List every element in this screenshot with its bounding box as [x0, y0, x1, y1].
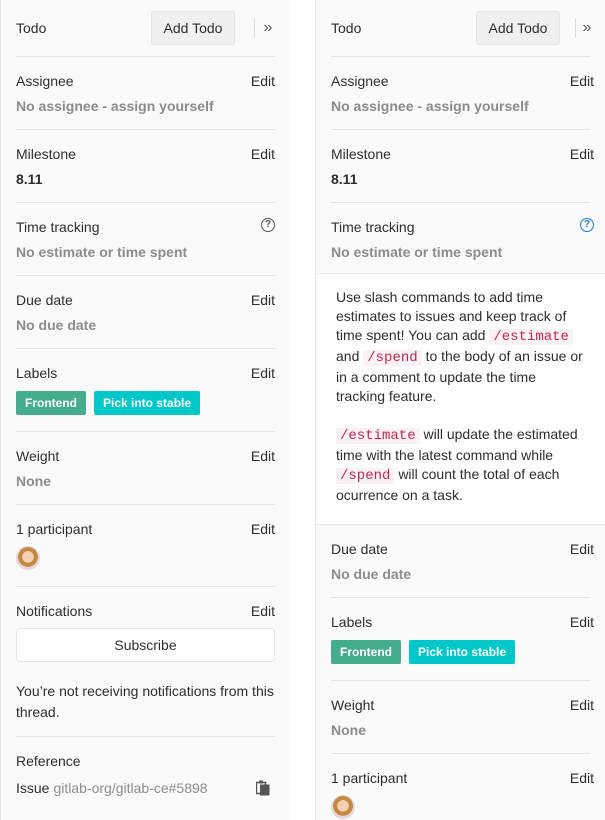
question-circle-icon[interactable]: ?: [580, 218, 594, 232]
question-circle-icon[interactable]: ?: [261, 218, 275, 232]
due-date-title: Due date: [16, 292, 73, 308]
divider: [254, 18, 255, 38]
divider: [575, 18, 576, 38]
milestone-value[interactable]: 8.11: [16, 171, 275, 187]
labels-list: Frontend Pick into stable: [331, 640, 590, 664]
participants-title: 1 participant: [331, 770, 408, 786]
label-pick-into-stable[interactable]: Pick into stable: [409, 640, 516, 664]
assignee-edit-link[interactable]: Edit: [251, 73, 275, 89]
assignee-edit-link[interactable]: Edit: [570, 73, 594, 89]
add-todo-button[interactable]: Add Todo: [476, 11, 560, 45]
reference-row: Issue gitlab-org/gitlab-ce#5898: [16, 780, 275, 796]
todo-label: Todo: [16, 20, 47, 36]
assignee-title: Assignee: [16, 73, 74, 89]
time-tracking-block: Time tracking ? No estimate or time spen…: [331, 203, 594, 273]
time-tracking-help: Use slash commands to add time estimates…: [316, 273, 605, 525]
label-frontend[interactable]: Frontend: [331, 640, 401, 664]
labels-title: Labels: [16, 365, 58, 381]
add-todo-button[interactable]: Add Todo: [151, 11, 235, 45]
participants-edit-link[interactable]: Edit: [570, 770, 594, 786]
label-pick-into-stable[interactable]: Pick into stable: [94, 391, 201, 415]
milestone-edit-link[interactable]: Edit: [251, 146, 275, 162]
avatar[interactable]: [331, 795, 355, 819]
reference-block: Reference Issue gitlab-org/gitlab-ce#589…: [16, 737, 275, 820]
reference-title: Reference: [16, 753, 81, 769]
weight-block: Weight Edit None: [331, 681, 594, 754]
due-date-block: Due date Edit No due date: [16, 276, 275, 349]
due-date-edit-link[interactable]: Edit: [251, 292, 275, 308]
participants-title: 1 participant: [16, 521, 93, 537]
spend-command: /spend: [336, 468, 395, 484]
time-tracking-title: Time tracking: [331, 219, 415, 235]
sidebar-left: Todo Add Todo » Assignee Edit No assigne…: [0, 0, 290, 820]
participants-edit-link[interactable]: Edit: [251, 521, 275, 537]
assignee-block: Assignee Edit No assignee - assign yours…: [331, 57, 594, 130]
reference-id: gitlab-org/gitlab-ce#5898: [53, 780, 208, 796]
due-date-value: No due date: [331, 566, 412, 582]
todo-row: Todo Add Todo »: [331, 0, 591, 57]
weight-title: Weight: [331, 697, 375, 713]
milestone-value[interactable]: 8.11: [331, 171, 590, 187]
notifications-title: Notifications: [16, 603, 93, 619]
assignee-title: Assignee: [331, 73, 389, 89]
labels-block: Labels Edit Frontend Pick into stable: [16, 349, 275, 432]
todo-label: Todo: [331, 20, 362, 36]
participants-block: 1 participant Edit: [16, 505, 275, 587]
weight-value: None: [331, 722, 366, 738]
estimate-command: /estimate: [489, 329, 573, 345]
due-date-value: No due date: [16, 317, 97, 333]
time-tracking-value: No estimate or time spent: [16, 244, 188, 260]
help-paragraph-2: /estimate will update the estimated time…: [336, 425, 585, 505]
labels-block: Labels Edit Frontend Pick into stable: [331, 598, 594, 681]
weight-edit-link[interactable]: Edit: [251, 448, 275, 464]
sidebar-right: Todo Add Todo » Assignee Edit No assigne…: [315, 0, 605, 820]
weight-title: Weight: [16, 448, 60, 464]
labels-title: Labels: [331, 614, 373, 630]
participants-block: 1 participant Edit: [331, 754, 594, 820]
time-tracking-block: Time tracking ? No estimate or time spen…: [16, 203, 275, 276]
notifications-edit-link[interactable]: Edit: [251, 603, 275, 619]
estimate-command: /estimate: [336, 428, 420, 444]
assignee-block: Assignee Edit No assignee - assign yours…: [16, 57, 275, 130]
due-date-edit-link[interactable]: Edit: [570, 541, 594, 557]
label-frontend[interactable]: Frontend: [16, 391, 86, 415]
spend-command: /spend: [363, 350, 422, 366]
labels-edit-link[interactable]: Edit: [251, 365, 275, 381]
double-chevron-right-icon[interactable]: »: [580, 18, 594, 38]
milestone-title: Milestone: [16, 146, 76, 162]
milestone-block: Milestone Edit 8.11: [16, 130, 275, 203]
subscribe-button[interactable]: Subscribe: [16, 628, 275, 662]
time-tracking-value: No estimate or time spent: [331, 244, 503, 260]
labels-list: Frontend Pick into stable: [16, 391, 275, 415]
weight-value: None: [16, 473, 51, 489]
weight-edit-link[interactable]: Edit: [570, 697, 594, 713]
help-text: and: [336, 348, 360, 364]
assignee-value[interactable]: No assignee - assign yourself: [16, 98, 275, 114]
reference-type: Issue: [16, 780, 50, 796]
time-tracking-title: Time tracking: [16, 219, 100, 235]
help-paragraph-1: Use slash commands to add time estimates…: [336, 288, 585, 406]
milestone-block: Milestone Edit 8.11: [331, 130, 594, 203]
clipboard-icon[interactable]: [256, 780, 270, 796]
double-chevron-right-icon[interactable]: »: [261, 18, 275, 38]
weight-block: Weight Edit None: [16, 432, 275, 505]
milestone-edit-link[interactable]: Edit: [570, 146, 594, 162]
labels-edit-link[interactable]: Edit: [570, 614, 594, 630]
assignee-value[interactable]: No assignee - assign yourself: [331, 98, 590, 114]
avatar[interactable]: [16, 546, 40, 570]
due-date-title: Due date: [331, 541, 388, 557]
milestone-title: Milestone: [331, 146, 391, 162]
due-date-block: Due date Edit No due date: [331, 525, 594, 598]
notifications-status: You’re not receiving notifications from …: [16, 683, 274, 720]
todo-row: Todo Add Todo »: [16, 0, 275, 57]
notifications-block: Notifications Edit Subscribe You’re not …: [16, 587, 275, 737]
